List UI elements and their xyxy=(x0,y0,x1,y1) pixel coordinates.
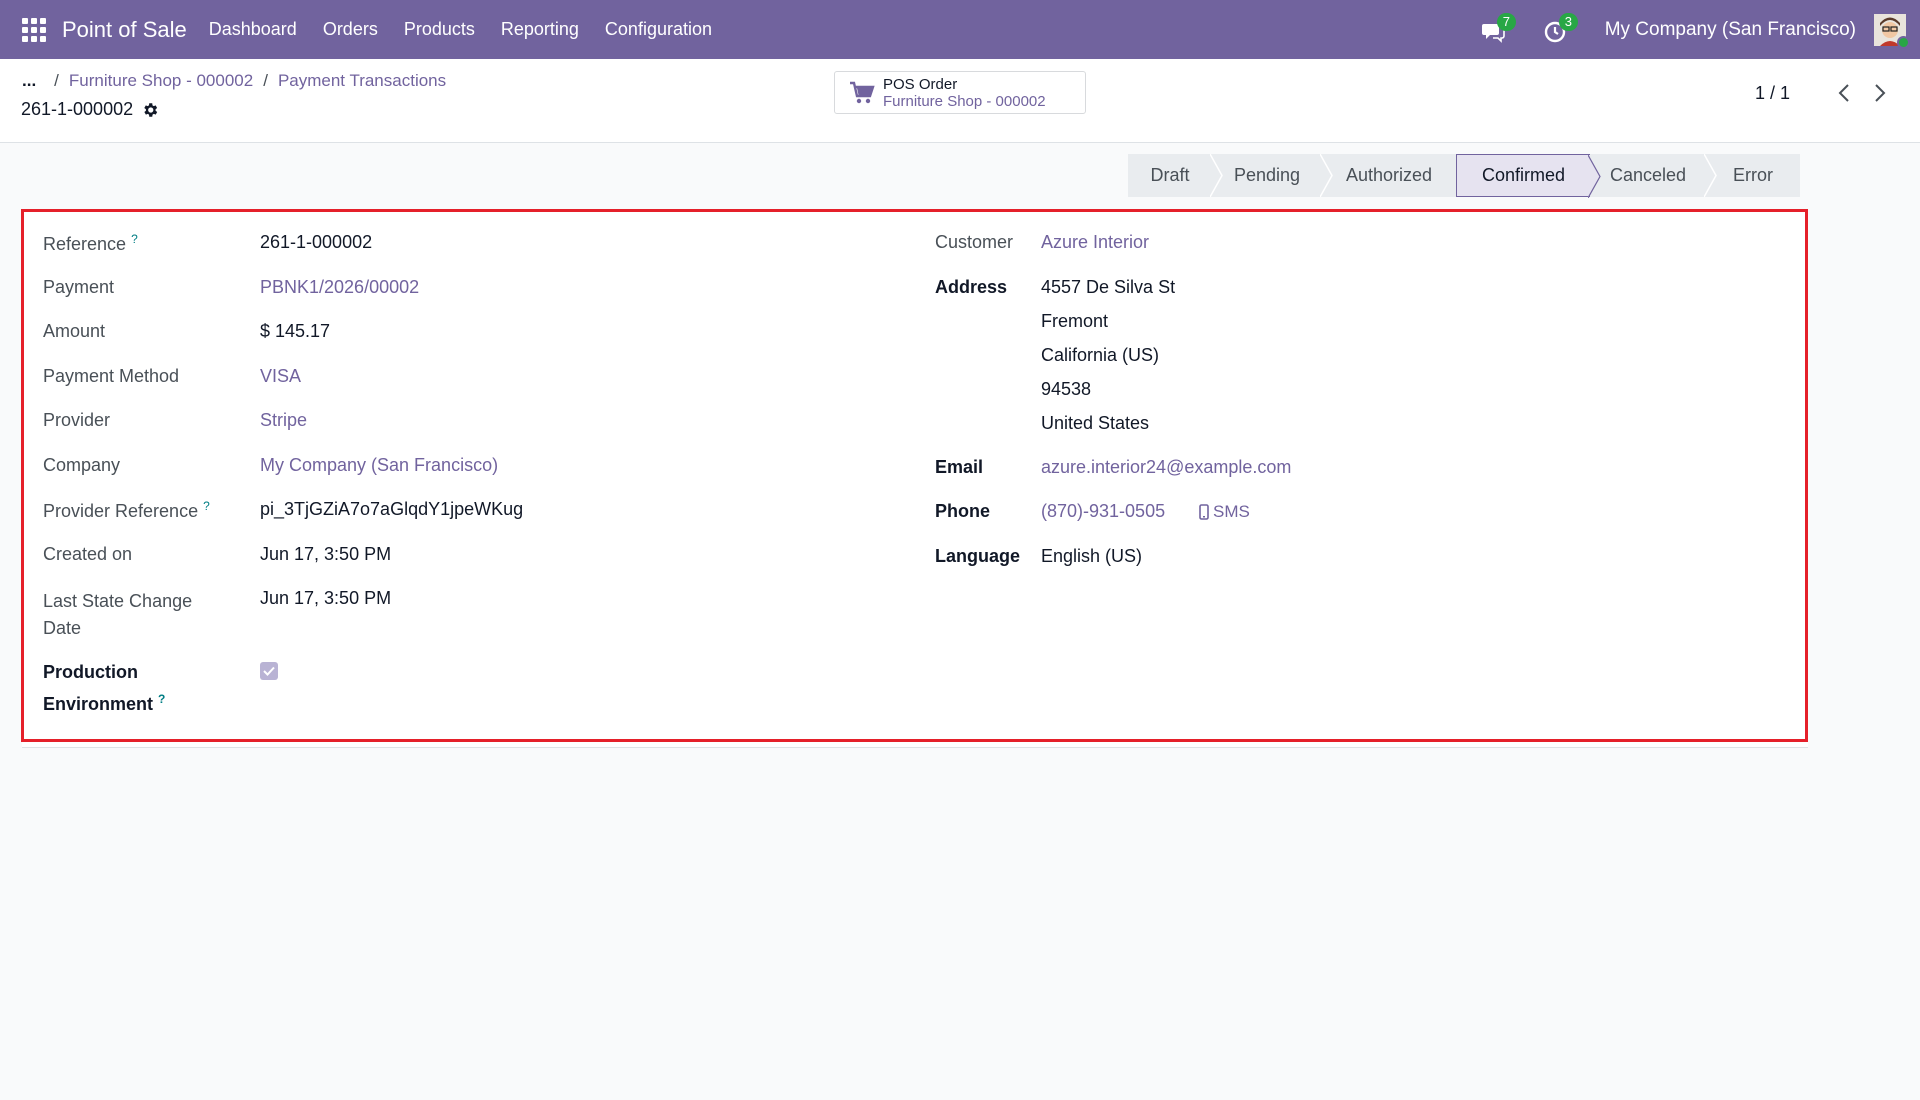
activities-count-badge: 3 xyxy=(1558,12,1578,31)
record-title: 261-1-000002 xyxy=(21,99,159,120)
pager-next-button[interactable] xyxy=(1870,81,1890,105)
stage-error[interactable]: Error xyxy=(1706,154,1800,197)
provider-reference-value: pi_3TjGZiA7o7aGlqdY1jpeWKug xyxy=(260,499,524,519)
breadcrumb-payment-transactions[interactable]: Payment Transactions xyxy=(278,71,446,91)
breadcrumb-pos-order[interactable]: Furniture Shop - 000002 xyxy=(69,71,253,91)
menu-products[interactable]: Products xyxy=(404,19,475,40)
messages-count-badge: 7 xyxy=(1496,12,1516,31)
activities-button[interactable]: 3 xyxy=(1543,12,1578,44)
stage-separator xyxy=(1588,155,1601,198)
smart-button-title: POS Order xyxy=(883,75,958,93)
menu-configuration[interactable]: Configuration xyxy=(605,19,712,40)
stage-label: Error xyxy=(1733,165,1773,185)
chevron-right-icon xyxy=(1875,84,1886,102)
email-label: Email xyxy=(935,457,984,477)
stage-label: Draft xyxy=(1150,165,1190,185)
created-on-value: Jun 17, 3:50 PM xyxy=(260,544,392,564)
production-environment-label: Production Environment? xyxy=(43,662,166,714)
chevron-left-icon xyxy=(1838,84,1849,102)
checkmark-icon xyxy=(263,666,275,676)
menu-reporting[interactable]: Reporting xyxy=(501,19,579,40)
gear-icon[interactable] xyxy=(141,101,159,119)
last-state-change-label: Last State Change Date xyxy=(43,591,193,638)
stage-separator xyxy=(1320,154,1333,197)
breadcrumb: ... / Furniture Shop - 000002 / Payment … xyxy=(22,71,456,91)
amount-value: $ 145.17 xyxy=(260,321,331,341)
address-value: 4557 De Silva St Fremont California (US)… xyxy=(1041,270,1175,440)
breadcrumb-separator: / xyxy=(54,71,59,90)
breadcrumb-more-button[interactable]: ... xyxy=(22,71,36,91)
address-zip: 94538 xyxy=(1041,379,1092,399)
stage-pending[interactable]: Pending xyxy=(1212,154,1333,197)
pager-previous-button[interactable] xyxy=(1834,81,1854,105)
email-link[interactable]: azure.interior24@example.com xyxy=(1041,457,1291,478)
help-tooltip-icon[interactable]: ? xyxy=(158,692,165,706)
shopping-cart-icon xyxy=(850,81,875,103)
address-label: Address xyxy=(935,277,1008,297)
provider-reference-label: Provider Reference? xyxy=(43,499,210,521)
last-state-change-value: Jun 17, 3:50 PM xyxy=(260,588,392,608)
stage-confirmed[interactable]: Confirmed xyxy=(1456,154,1601,198)
customer-label: Customer xyxy=(935,232,1014,252)
address-country: United States xyxy=(1041,413,1150,433)
sms-button[interactable]: SMS xyxy=(1199,502,1250,522)
stage-label: Authorized xyxy=(1345,165,1433,185)
stage-canceled[interactable]: Canceled xyxy=(1590,154,1717,197)
company-link[interactable]: My Company (San Francisco) xyxy=(260,455,498,476)
user-avatar[interactable] xyxy=(1874,13,1910,49)
address-city: Fremont xyxy=(1041,311,1109,331)
stage-authorized[interactable]: Authorized xyxy=(1322,154,1456,197)
phone-link[interactable]: (870)-931-0505 xyxy=(1041,501,1165,522)
language-value: English (US) xyxy=(1041,546,1143,566)
mobile-phone-icon xyxy=(1199,504,1209,520)
payment-label: Payment xyxy=(43,277,115,297)
sms-label: SMS xyxy=(1213,502,1250,521)
stage-label: Canceled xyxy=(1609,165,1687,185)
menu-dashboard[interactable]: Dashboard xyxy=(209,19,297,40)
menu-orders[interactable]: Orders xyxy=(323,19,378,40)
reference-label: Reference? xyxy=(43,232,138,254)
stage-draft[interactable]: Draft xyxy=(1128,154,1223,197)
pos-order-smart-button[interactable]: POS Order Furniture Shop - 000002 xyxy=(834,71,1086,114)
customer-link[interactable]: Azure Interior xyxy=(1041,232,1149,253)
provider-label: Provider xyxy=(43,410,111,430)
pager-value[interactable]: 1 / 1 xyxy=(1755,83,1790,104)
systray: 7 3 My Company (San Francisco) xyxy=(1481,0,1910,59)
control-panel: ... / Furniture Shop - 000002 / Payment … xyxy=(0,59,1920,143)
production-environment-checkbox xyxy=(260,662,278,680)
company-label: Company xyxy=(43,455,121,475)
record-name: 261-1-000002 xyxy=(21,99,134,119)
app-name[interactable]: Point of Sale xyxy=(62,17,187,43)
smart-button-value: Furniture Shop - 000002 xyxy=(883,92,1046,110)
language-label: Language xyxy=(935,546,1021,566)
address-street: 4557 De Silva St xyxy=(1041,277,1176,297)
payment-link[interactable]: PBNK1/2026/00002 xyxy=(260,277,419,298)
phone-label: Phone xyxy=(935,501,991,521)
payment-method-link[interactable]: VISA xyxy=(260,366,301,387)
breadcrumb-separator: / xyxy=(263,71,268,90)
company-switcher[interactable]: My Company (San Francisco) xyxy=(1605,19,1856,41)
messages-button[interactable]: 7 xyxy=(1481,12,1516,44)
top-navbar: Point of Sale Dashboard Orders Products … xyxy=(0,0,1920,59)
help-tooltip-icon[interactable]: ? xyxy=(203,499,210,513)
online-status-dot xyxy=(1897,35,1910,49)
apps-menu-icon[interactable] xyxy=(22,17,46,42)
created-on-label: Created on xyxy=(43,544,133,564)
stage-separator xyxy=(1210,154,1223,197)
payment-method-label: Payment Method xyxy=(43,366,180,386)
stage-label: Confirmed xyxy=(1481,165,1566,185)
help-tooltip-icon[interactable]: ? xyxy=(131,232,138,246)
pager: 1 / 1 xyxy=(1755,81,1890,105)
status-bar: Draft Pending Authorized Confirmed Cance… xyxy=(1128,154,1800,198)
address-state: California (US) xyxy=(1041,345,1160,365)
amount-label: Amount xyxy=(43,321,106,341)
stage-label: Pending xyxy=(1233,165,1301,185)
stage-separator xyxy=(1704,154,1717,197)
provider-link[interactable]: Stripe xyxy=(260,410,307,431)
reference-value: 261-1-000002 xyxy=(260,232,373,252)
